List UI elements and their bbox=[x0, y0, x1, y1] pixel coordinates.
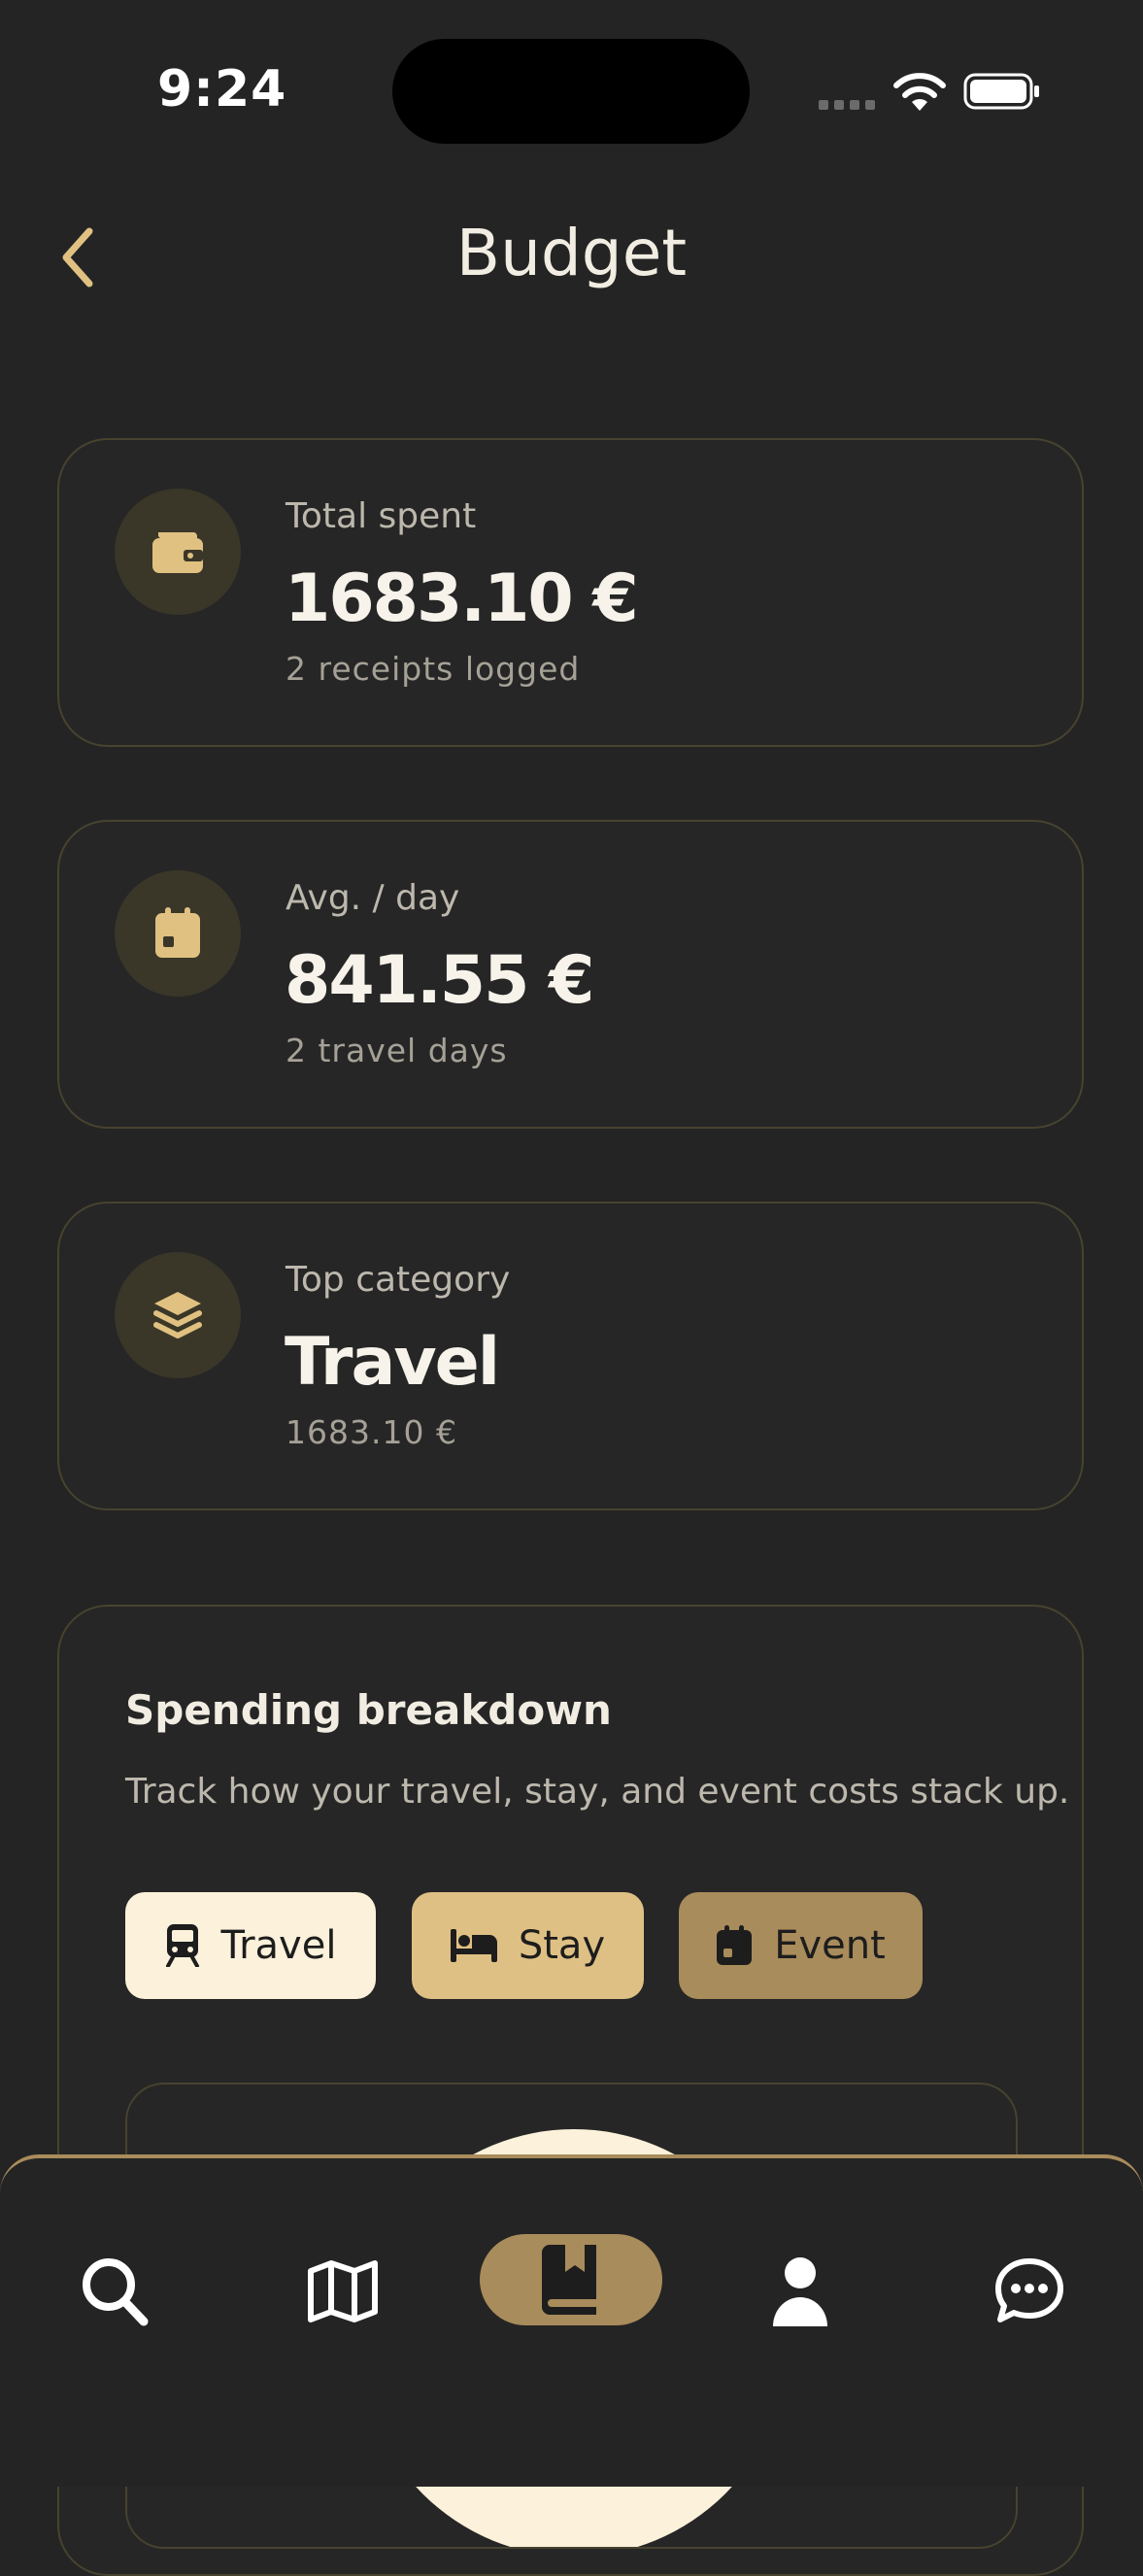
breakdown-description: Track how your travel, stay, and event c… bbox=[125, 1772, 1070, 1812]
page-title: Budget bbox=[455, 216, 688, 290]
status-time: 9:24 bbox=[157, 60, 287, 119]
stat-subtext: 2 receipts logged bbox=[286, 650, 581, 688]
stat-value: 1683.10 € bbox=[285, 560, 639, 637]
user-icon bbox=[773, 2257, 827, 2326]
chip-event[interactable]: Event bbox=[679, 1892, 923, 1999]
battery-icon bbox=[963, 73, 1039, 110]
total-spent-card: Total spent 1683.10 € 2 receipts logged bbox=[57, 438, 1084, 747]
chip-label: Stay bbox=[518, 1923, 606, 1968]
tab-budget[interactable] bbox=[480, 2234, 662, 2325]
book-bookmark-icon bbox=[542, 2245, 596, 2315]
tab-bar bbox=[0, 2154, 1143, 2487]
breakdown-title: Spending breakdown bbox=[125, 1686, 612, 1734]
search-icon bbox=[83, 2258, 149, 2326]
stat-value: Travel bbox=[285, 1324, 500, 1401]
chip-stay[interactable]: Stay bbox=[412, 1892, 644, 1999]
stat-label: Top category bbox=[286, 1260, 511, 1300]
avg-per-day-card: Avg. / day 841.55 € 2 travel days bbox=[57, 820, 1084, 1129]
bed-icon bbox=[450, 1929, 497, 1962]
calendar-icon bbox=[115, 870, 241, 997]
tab-search[interactable] bbox=[47, 2238, 183, 2345]
chat-icon bbox=[995, 2258, 1063, 2322]
stat-subtext: 1683.10 € bbox=[286, 1413, 457, 1451]
tab-profile[interactable] bbox=[732, 2238, 868, 2345]
layers-icon bbox=[115, 1252, 241, 1378]
cellular-signal-icon bbox=[819, 100, 875, 110]
stat-subtext: 2 travel days bbox=[286, 1032, 508, 1069]
train-icon bbox=[165, 1924, 199, 1967]
stat-value: 841.55 € bbox=[285, 942, 594, 1019]
chip-label: Event bbox=[774, 1923, 886, 1968]
wallet-icon bbox=[115, 489, 241, 615]
stat-label: Avg. / day bbox=[286, 878, 460, 918]
calendar-icon bbox=[717, 1925, 753, 1965]
stat-label: Total spent bbox=[286, 496, 477, 536]
map-icon bbox=[308, 2260, 378, 2322]
chip-travel[interactable]: Travel bbox=[125, 1892, 376, 1999]
wifi-icon bbox=[893, 73, 946, 111]
chip-label: Travel bbox=[220, 1923, 337, 1968]
top-category-card: Top category Travel 1683.10 € bbox=[57, 1202, 1084, 1510]
dynamic-island bbox=[392, 39, 750, 144]
tab-map[interactable] bbox=[275, 2238, 411, 2345]
tab-chat[interactable] bbox=[961, 2238, 1097, 2345]
